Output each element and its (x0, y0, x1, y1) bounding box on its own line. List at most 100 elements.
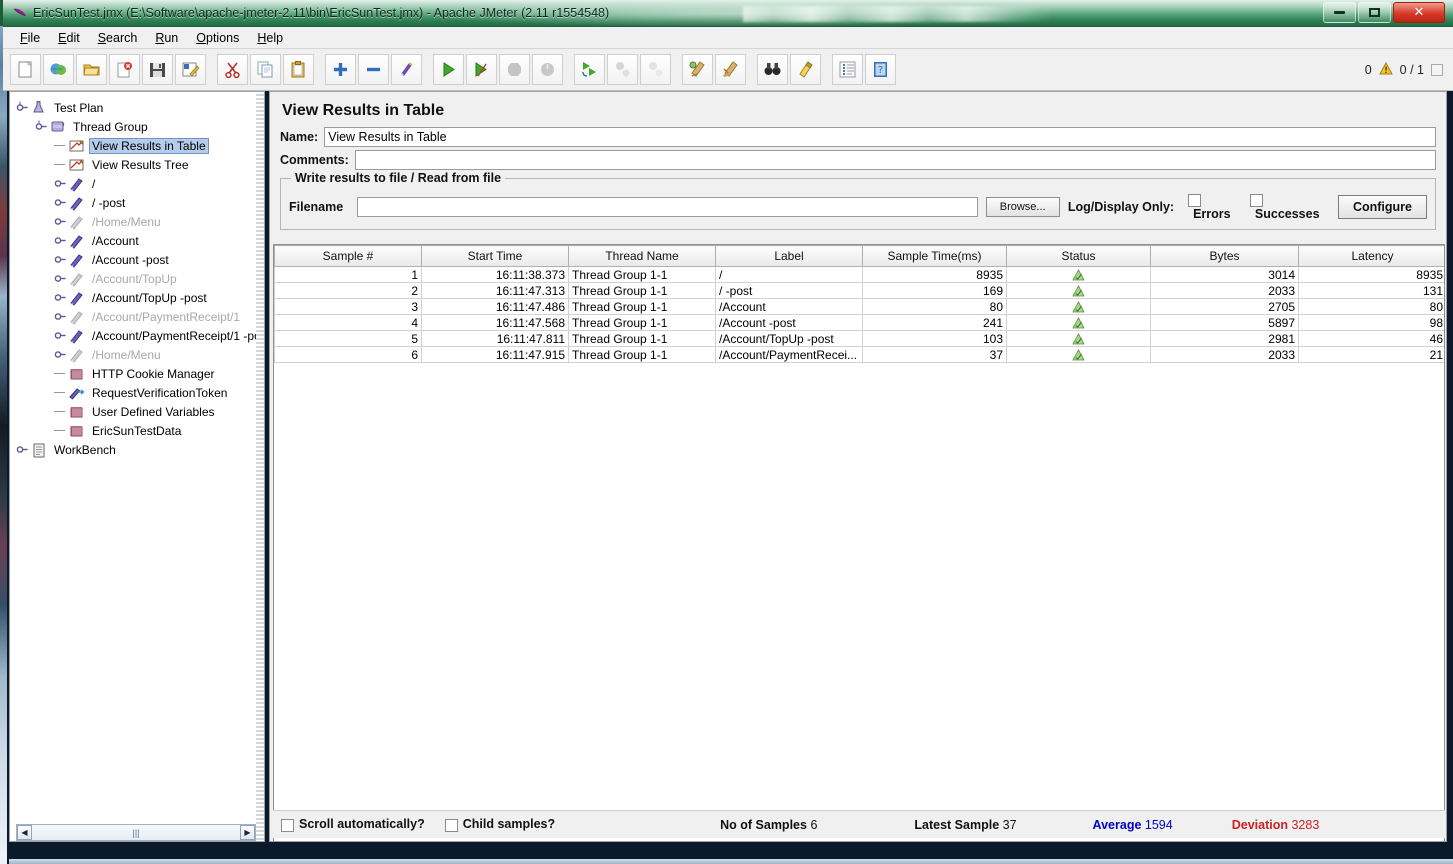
tree-expand-handle-closed[interactable] (54, 348, 67, 361)
tree-expand-handle-open[interactable] (35, 120, 48, 133)
browse-button[interactable]: Browse... (985, 197, 1060, 218)
menu-file[interactable]: File (11, 29, 49, 47)
save-as-icon[interactable] (175, 54, 206, 85)
remote-stop-all-icon[interactable] (607, 54, 638, 85)
tree-expand-handle-closed[interactable] (54, 291, 67, 304)
errors-checkbox-wrap[interactable]: Errors (1188, 193, 1242, 221)
expand-plus-icon[interactable] (325, 54, 356, 85)
column-header[interactable]: Start Time (421, 245, 569, 267)
tree-node[interactable]: WorkBench (16, 440, 264, 459)
tree-expand-handle-closed[interactable] (54, 272, 67, 285)
tree-node[interactable]: /Account -post (16, 250, 264, 269)
tree-right-edge-scroll[interactable] (256, 92, 264, 841)
toggle-enable-icon[interactable] (391, 54, 422, 85)
help-book-icon[interactable]: ? (865, 54, 896, 85)
tree-expand-handle-closed[interactable] (54, 329, 67, 342)
results-table-header-row[interactable]: Sample # Start Time Thread Name Label Sample… (274, 245, 1444, 267)
scroll-left-arrow-icon[interactable]: ◀ (17, 825, 32, 840)
comments-input[interactable] (354, 149, 1436, 170)
scroll-right-arrow-icon[interactable]: ▶ (240, 825, 255, 840)
scroll-automatically-checkbox[interactable] (281, 818, 294, 832)
remote-shutdown-all-icon[interactable] (640, 54, 671, 85)
results-table-container[interactable]: Sample # Start Time Thread Name Label Sample… (273, 244, 1445, 841)
test-plan-tree[interactable]: Test Plan Thread Group View Results in Tab… (10, 92, 264, 459)
search-binoculars-icon[interactable] (757, 54, 788, 85)
column-header[interactable]: Latency (1298, 245, 1444, 267)
tree-expand-handle-open[interactable] (16, 101, 29, 114)
successes-checkbox-wrap[interactable]: Successes (1249, 193, 1330, 221)
menu-help[interactable]: Help (248, 29, 292, 47)
tree-horizontal-scrollbar[interactable]: ◀ ||| ▶ (16, 824, 256, 841)
configure-button[interactable]: Configure (1337, 195, 1427, 220)
column-header[interactable]: Status (1006, 245, 1151, 267)
menu-search[interactable]: Search (89, 29, 147, 47)
column-header[interactable]: Bytes (1150, 245, 1299, 267)
scroll-automatically-wrap[interactable]: Scroll automatically? (281, 817, 425, 832)
open-folder-icon[interactable] (76, 54, 107, 85)
tree-scroll-track[interactable]: ||| (32, 825, 240, 840)
tree-node[interactable]: /Account/PaymentReceipt/1 (16, 307, 264, 326)
menu-options[interactable]: Options (187, 29, 248, 47)
tree-node[interactable]: Thread Group (16, 117, 264, 136)
tree-expand-handle-closed[interactable] (54, 196, 67, 209)
collapse-minus-icon[interactable] (358, 54, 389, 85)
templates-icon[interactable] (43, 54, 74, 85)
tree-node[interactable]: /Account/TopUp -post (16, 288, 264, 307)
tree-expand-handle-closed[interactable] (54, 215, 67, 228)
minimize-button[interactable] (1323, 2, 1356, 23)
stop-icon[interactable] (499, 54, 530, 85)
menu-edit[interactable]: Edit (49, 29, 89, 47)
errors-checkbox[interactable] (1188, 194, 1202, 208)
column-header[interactable]: Thread Name (568, 245, 716, 267)
paste-clipboard-icon[interactable] (283, 54, 314, 85)
tree-expand-handle-closed[interactable] (54, 310, 67, 323)
start-play-icon[interactable] (433, 54, 464, 85)
filename-input[interactable] (357, 197, 978, 218)
maximize-button[interactable] (1358, 2, 1391, 23)
new-document-icon[interactable] (10, 54, 41, 85)
tree-scroll-grip[interactable]: ||| (132, 828, 139, 838)
clear-all-broom-icon[interactable] (715, 54, 746, 85)
column-header[interactable]: Sample # (274, 245, 422, 267)
tree-node[interactable]: View Results in Table (16, 136, 264, 155)
tree-node[interactable]: /Home/Menu (16, 212, 264, 231)
table-row[interactable]: 4 16:11:47.568 Thread Group 1-1/Account -p… (274, 314, 1444, 331)
save-floppy-icon[interactable] (142, 54, 173, 85)
tree-expand-handle-closed[interactable] (54, 253, 67, 266)
tree-node[interactable]: View Results Tree (16, 155, 264, 174)
tree-node[interactable]: EricSunTestData (16, 421, 264, 440)
column-header[interactable]: Sample Time(ms) (862, 245, 1007, 267)
menu-run[interactable]: Run (146, 29, 187, 47)
table-row[interactable]: 5 16:11:47.811 Thread Group 1-1/Account/To… (274, 330, 1444, 347)
cut-scissors-icon[interactable] (217, 54, 248, 85)
tree-node[interactable]: / (16, 174, 264, 193)
tree-node[interactable]: /Account (16, 231, 264, 250)
copy-pages-icon[interactable] (250, 54, 281, 85)
tree-node[interactable]: / -post (16, 193, 264, 212)
tree-expand-handle-closed[interactable] (54, 234, 67, 247)
close-button[interactable]: ✕ (1393, 2, 1445, 23)
start-no-pause-icon[interactable] (466, 54, 497, 85)
table-row[interactable]: 2 16:11:47.313 Thread Group 1-1/ -post 169 2… (274, 282, 1444, 299)
column-header[interactable]: Label (715, 245, 863, 267)
tree-node[interactable]: RequestVerificationToken (16, 383, 264, 402)
remote-start-all-icon[interactable] (574, 54, 605, 85)
table-row[interactable]: 6 16:11:47.915 Thread Group 1-1/Account/Pa… (274, 346, 1444, 363)
tree-expand-handle-closed[interactable] (54, 177, 67, 190)
tree-node[interactable]: /Home/Menu (16, 345, 264, 364)
tree-expand-handle-closed[interactable] (16, 443, 29, 456)
results-table-body[interactable]: 1 16:11:38.373 Thread Group 1-1/8935 3014 89… (274, 266, 1444, 841)
table-row[interactable]: 1 16:11:38.373 Thread Group 1-1/8935 3014 89… (274, 266, 1444, 283)
reset-search-icon[interactable] (790, 54, 821, 85)
child-samples-checkbox[interactable] (444, 818, 458, 832)
tree-node[interactable]: HTTP Cookie Manager (16, 364, 264, 383)
successes-checkbox[interactable] (1249, 194, 1263, 208)
tree-node[interactable]: /Account/TopUp (16, 269, 264, 288)
name-input[interactable] (324, 126, 1436, 147)
clear-broom-icon[interactable] (682, 54, 713, 85)
close-document-icon[interactable] (109, 54, 140, 85)
shutdown-icon[interactable] (532, 54, 563, 85)
child-samples-wrap[interactable]: Child samples? (444, 817, 555, 832)
tree-node[interactable]: Test Plan (16, 98, 264, 117)
table-row[interactable]: 3 16:11:47.486 Thread Group 1-1/Account 80 2… (274, 298, 1444, 315)
